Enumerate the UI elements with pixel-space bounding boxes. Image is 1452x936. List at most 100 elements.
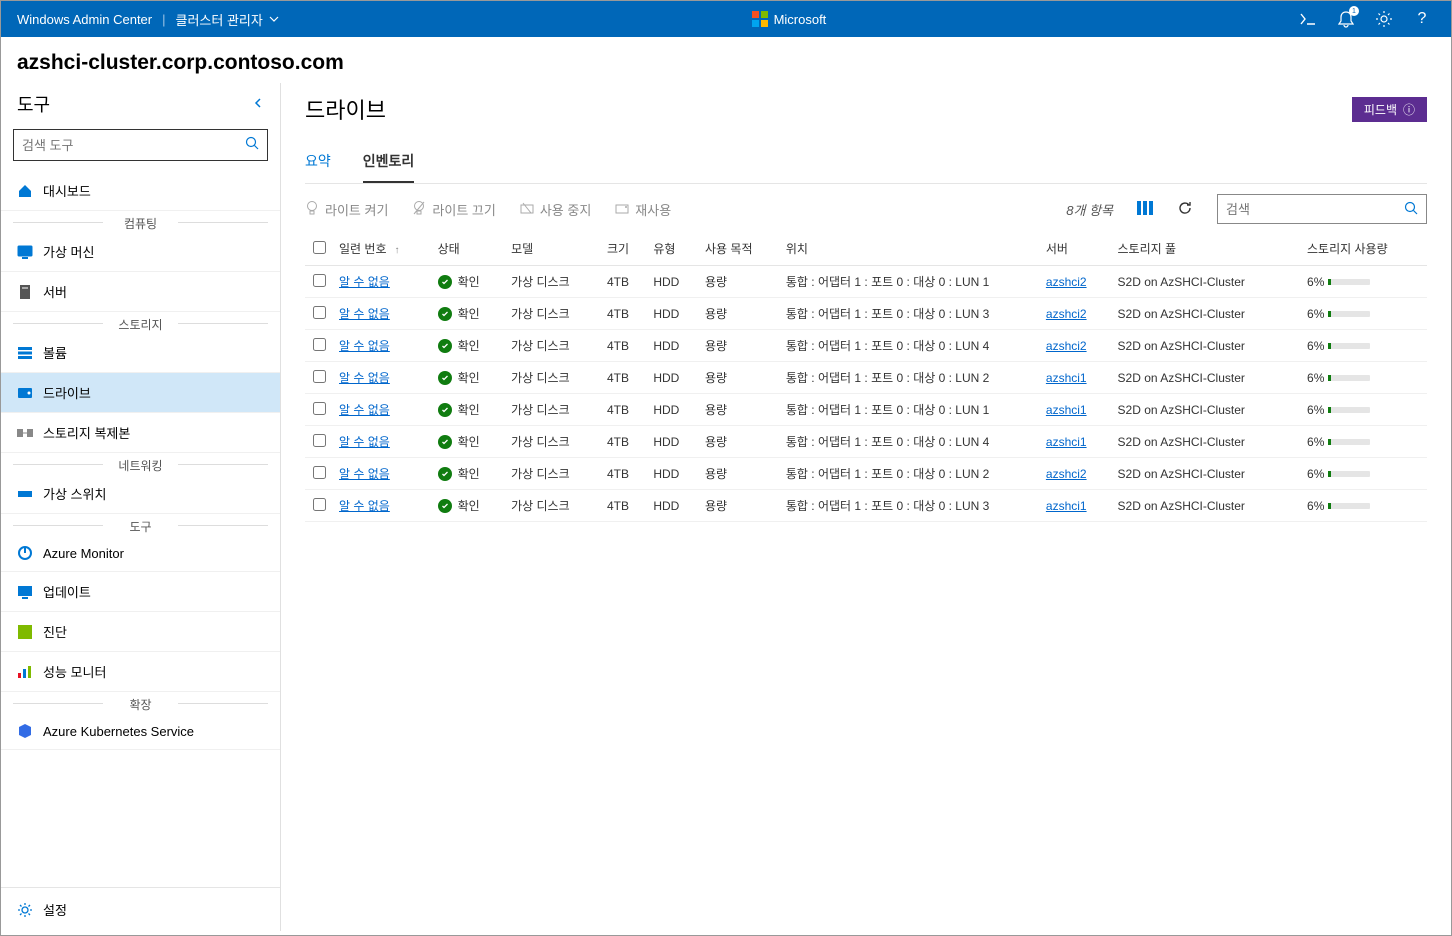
row-checkbox[interactable] [313, 402, 326, 415]
row-checkbox[interactable] [313, 274, 326, 287]
table-row[interactable]: 알 수 없음확인가상 디스크4TBHDD용량통합 : 어댑터 1 : 포트 0 … [305, 362, 1427, 394]
status-ok-icon [438, 435, 452, 449]
unretire-button[interactable]: 재사용 [615, 200, 671, 219]
table-row[interactable]: 알 수 없음확인가상 디스크4TBHDD용량통합 : 어댑터 1 : 포트 0 … [305, 490, 1427, 522]
gear-icon[interactable] [1375, 10, 1393, 28]
collapse-sidebar-button[interactable] [252, 96, 264, 112]
tab-inventory[interactable]: 인벤토리 [363, 143, 415, 183]
search-input[interactable] [22, 138, 245, 153]
light-on-button[interactable]: 라이트 켜기 [305, 200, 388, 219]
size-cell: 4TB [601, 330, 647, 362]
light-off-button[interactable]: 라이트 끄기 [412, 200, 495, 219]
app-title[interactable]: Windows Admin Center [17, 12, 152, 27]
serial-link[interactable]: 알 수 없음 [339, 467, 390, 481]
row-checkbox[interactable] [313, 466, 326, 479]
sidebar-item-servers[interactable]: 서버 [1, 272, 280, 312]
col-model[interactable]: 모델 [505, 232, 601, 266]
table-row[interactable]: 알 수 없음확인가상 디스크4TBHDD용량통합 : 어댑터 1 : 포트 0 … [305, 394, 1427, 426]
console-icon[interactable] [1299, 10, 1317, 28]
col-location[interactable]: 위치 [780, 232, 1040, 266]
table-row[interactable]: 알 수 없음확인가상 디스크4TBHDD용량통합 : 어댑터 1 : 포트 0 … [305, 330, 1427, 362]
sidebar-search[interactable] [13, 129, 268, 161]
server-link[interactable]: azshci2 [1046, 307, 1087, 321]
status-ok-icon [438, 275, 452, 289]
sidebar-item-aks[interactable]: Azure Kubernetes Service [1, 713, 280, 750]
table-search[interactable] [1217, 194, 1427, 224]
location-cell: 통합 : 어댑터 1 : 포트 0 : 대상 0 : LUN 2 [780, 362, 1040, 394]
location-cell: 통합 : 어댑터 1 : 포트 0 : 대상 0 : LUN 1 [780, 266, 1040, 298]
col-size[interactable]: 크기 [601, 232, 647, 266]
server-link[interactable]: azshci2 [1046, 275, 1087, 289]
status-ok-icon [438, 499, 452, 513]
sidebar-item-vswitch[interactable]: 가상 스위치 [1, 474, 280, 514]
col-pool[interactable]: 스토리지 풀 [1112, 232, 1302, 266]
row-checkbox[interactable] [313, 370, 326, 383]
table-row[interactable]: 알 수 없음확인가상 디스크4TBHDD용량통합 : 어댑터 1 : 포트 0 … [305, 458, 1427, 490]
serial-link[interactable]: 알 수 없음 [339, 339, 390, 353]
notifications-icon[interactable]: 1 [1337, 10, 1355, 28]
tab-summary[interactable]: 요약 [305, 143, 331, 183]
col-type[interactable]: 유형 [647, 232, 699, 266]
toolbar: 라이트 켜기 라이트 끄기 사용 중지 재사용 8개 [305, 184, 1427, 232]
serial-link[interactable]: 알 수 없음 [339, 499, 390, 513]
server-link[interactable]: azshci1 [1046, 403, 1087, 417]
serial-link[interactable]: 알 수 없음 [339, 403, 390, 417]
size-cell: 4TB [601, 458, 647, 490]
refresh-icon[interactable] [1177, 200, 1193, 219]
status-text: 확인 [458, 401, 480, 418]
table-row[interactable]: 알 수 없음확인가상 디스크4TBHDD용량통합 : 어댑터 1 : 포트 0 … [305, 426, 1427, 458]
table-row[interactable]: 알 수 없음확인가상 디스크4TBHDD용량통합 : 어댑터 1 : 포트 0 … [305, 298, 1427, 330]
row-checkbox[interactable] [313, 338, 326, 351]
status-text: 확인 [458, 433, 480, 450]
retire-button[interactable]: 사용 중지 [520, 200, 591, 219]
select-all-checkbox[interactable] [313, 241, 326, 254]
table-row[interactable]: 알 수 없음확인가상 디스크4TBHDD용량통합 : 어댑터 1 : 포트 0 … [305, 266, 1427, 298]
sidebar-item-azure-monitor[interactable]: Azure Monitor [1, 535, 280, 572]
gear-icon [17, 902, 33, 918]
col-usage[interactable]: 스토리지 사용량 [1301, 232, 1427, 266]
main: 드라이브 피드백 ⓘ 요약 인벤토리 라이트 켜기 라이트 끄기 [281, 83, 1451, 931]
size-cell: 4TB [601, 394, 647, 426]
sidebar-item-dashboard[interactable]: 대시보드 [1, 171, 280, 211]
row-checkbox[interactable] [313, 434, 326, 447]
server-link[interactable]: azshci1 [1046, 371, 1087, 385]
row-checkbox[interactable] [313, 306, 326, 319]
columns-icon[interactable] [1137, 201, 1153, 218]
usage-cell: 6% [1301, 298, 1427, 330]
col-usedfor[interactable]: 사용 목적 [699, 232, 780, 266]
server-link[interactable]: azshci1 [1046, 499, 1087, 513]
sidebar-item-settings[interactable]: 설정 [1, 887, 280, 931]
help-icon[interactable]: ? [1413, 10, 1431, 28]
sidebar-item-diagnostics[interactable]: 진단 [1, 612, 280, 652]
model-cell: 가상 디스크 [505, 426, 601, 458]
table-search-input[interactable] [1226, 202, 1404, 217]
location-cell: 통합 : 어댑터 1 : 포트 0 : 대상 0 : LUN 2 [780, 458, 1040, 490]
server-link[interactable]: azshci2 [1046, 339, 1087, 353]
sidebar-item-volumes[interactable]: 볼륨 [1, 333, 280, 373]
type-cell: HDD [647, 458, 699, 490]
location-cell: 통합 : 어댑터 1 : 포트 0 : 대상 0 : LUN 3 [780, 490, 1040, 522]
server-link[interactable]: azshci1 [1046, 435, 1087, 449]
server-link[interactable]: azshci2 [1046, 467, 1087, 481]
status-ok-icon [438, 403, 452, 417]
col-server[interactable]: 서버 [1040, 232, 1112, 266]
nav-label: 성능 모니터 [43, 662, 106, 681]
context-selector[interactable]: 클러스터 관리자 [176, 10, 279, 29]
serial-link[interactable]: 알 수 없음 [339, 371, 390, 385]
serial-link[interactable]: 알 수 없음 [339, 307, 390, 321]
row-checkbox[interactable] [313, 498, 326, 511]
type-cell: HDD [647, 330, 699, 362]
sidebar-item-drives[interactable]: 드라이브 [1, 373, 280, 413]
serial-link[interactable]: 알 수 없음 [339, 435, 390, 449]
sidebar-item-updates[interactable]: 업데이트 [1, 572, 280, 612]
usage-bar [1328, 503, 1370, 509]
section-network: 네트워킹 [1, 453, 280, 474]
sidebar-item-storage-replica[interactable]: 스토리지 복제본 [1, 413, 280, 453]
feedback-button[interactable]: 피드백 ⓘ [1352, 97, 1427, 122]
sidebar-item-perf-monitor[interactable]: 성능 모니터 [1, 652, 280, 692]
serial-link[interactable]: 알 수 없음 [339, 275, 390, 289]
model-cell: 가상 디스크 [505, 266, 601, 298]
sidebar-item-vms[interactable]: 가상 머신 [1, 232, 280, 272]
col-status[interactable]: 상태 [432, 232, 506, 266]
col-serial[interactable]: 일련 번호↑ [333, 232, 432, 266]
